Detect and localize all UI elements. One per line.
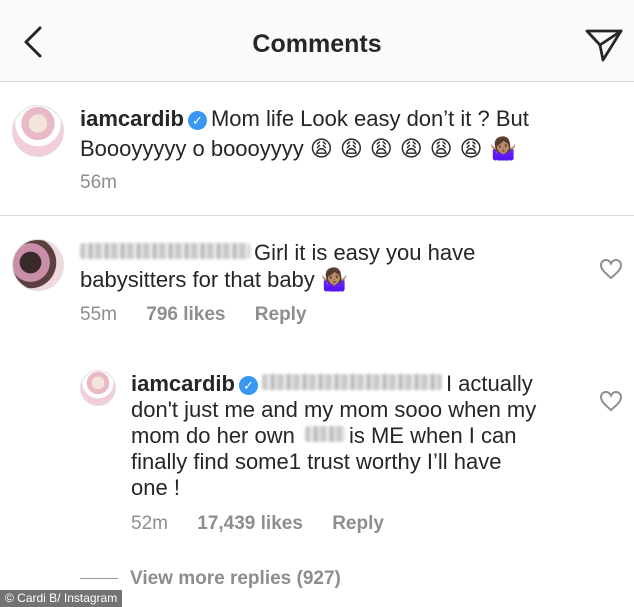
redacted-mention[interactable] [261, 374, 442, 390]
divider [80, 578, 118, 580]
comment-emoji: 🤷🏽‍♀️ [320, 268, 349, 293]
reply-meta: 52m 17,439 likes Reply [131, 513, 408, 535]
caption-text: iamcardib ✓ Mom life Look easy don’t it ? … [80, 106, 610, 163]
comment-meta: 55m 796 likes Reply [80, 304, 331, 326]
comment-likes[interactable]: 796 likes [146, 304, 225, 325]
page-title: Comments [252, 30, 382, 58]
image-credit: © Cardi B/ Instagram [0, 590, 123, 607]
heart-icon[interactable] [599, 258, 623, 280]
redacted-username[interactable] [80, 243, 250, 259]
reply-line4: finally find some1 trust worthy I’ll hav… [131, 449, 502, 474]
reply-line1: I actually [445, 371, 533, 396]
caption-time: 56m [80, 172, 117, 193]
reply-time: 52m [131, 513, 168, 534]
caption-meta: 56m [80, 172, 141, 194]
view-more-label: View more replies (927) [130, 568, 341, 589]
reply-line3a: mom do her own [131, 423, 295, 448]
comment-line1: Girl it is easy you have [254, 240, 476, 265]
reply-text: iamcardib ✓ I actually don't just me and m… [131, 371, 591, 501]
comment-line2: babysitters for that baby [80, 267, 315, 292]
reply-username[interactable]: iamcardib [131, 371, 235, 396]
view-more-replies-button[interactable]: View more replies (927) [80, 568, 341, 590]
caption-username[interactable]: iamcardib [80, 106, 184, 131]
avatar[interactable] [12, 239, 64, 291]
verified-badge-icon: ✓ [238, 376, 258, 395]
reply-likes[interactable]: 17,439 likes [197, 513, 303, 534]
heart-icon[interactable] [599, 390, 623, 412]
divider [0, 215, 634, 216]
avatar[interactable] [12, 105, 64, 157]
verified-badge-icon: ✓ [187, 111, 207, 130]
reply-reply-button[interactable]: Reply [332, 513, 384, 534]
comment-time: 55m [80, 304, 117, 325]
comment-reply-button[interactable]: Reply [255, 304, 307, 325]
reply-line5: one ! [131, 475, 180, 500]
paper-plane-icon[interactable] [584, 27, 624, 63]
avatar[interactable] [80, 370, 116, 406]
header-bar: Comments [0, 0, 634, 82]
caption-line2: Boooyyyyy o boooyyyy [80, 136, 304, 161]
caption-emojis: 😩 😩 😩 😩 😩 😩 🤷🏽‍♀️ [309, 137, 517, 162]
reply-line3b: is ME when I can [348, 423, 517, 448]
redacted-word [304, 426, 345, 442]
comment-text: Girl it is easy you have babysitters for… [80, 240, 590, 294]
caption-line1: Mom life Look easy don’t it ? But [210, 106, 529, 131]
reply-line2: don't just me and my mom sooo when my [131, 397, 537, 422]
